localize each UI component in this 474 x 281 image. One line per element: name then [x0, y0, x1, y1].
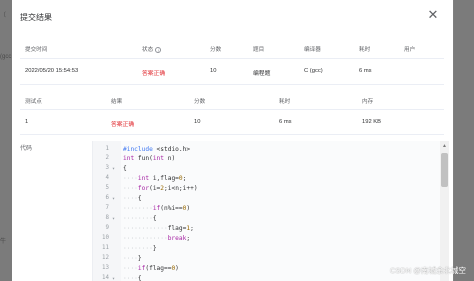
header-time: 耗时: [279, 99, 291, 105]
cell-score: 10: [210, 68, 217, 74]
divider: [20, 58, 444, 59]
line-number: 14: [102, 275, 109, 281]
cell-score: 10: [194, 119, 201, 125]
watermark: CSDN @南城余北城空: [390, 266, 466, 275]
line-number: 6: [105, 195, 110, 201]
code-line: ····for(i=2;i<n;i++): [123, 185, 198, 192]
scrollbar-thumb[interactable]: [441, 153, 448, 187]
background-fragment: 〔: [0, 13, 7, 19]
line-number: 3: [105, 165, 110, 171]
scroll-up-icon[interactable]: ▲: [440, 142, 449, 150]
header-user: 用户: [404, 47, 416, 53]
cell-submit-time: 2022/05/20 15:54:53: [25, 68, 79, 74]
code-line: ····{: [123, 275, 142, 281]
status-accepted[interactable]: 答案正确: [142, 68, 165, 77]
divider: [20, 134, 444, 135]
line-number: 1: [105, 146, 110, 152]
background-fragment: (gcc: [0, 54, 12, 60]
line-number: 11: [102, 245, 109, 251]
code-line: ····if(flag==0): [123, 265, 179, 272]
code-line: int fun(int n): [123, 155, 176, 162]
header-time: 耗时: [359, 47, 371, 53]
background-page-right: [454, 0, 474, 281]
header-memory: 内存: [362, 99, 374, 105]
close-icon[interactable]: ✕: [426, 8, 440, 22]
cell-test-point: 1: [25, 119, 29, 125]
code-line: {: [123, 165, 127, 172]
code-label: 代码: [20, 146, 33, 152]
line-number: 12: [102, 255, 109, 261]
header-problem: 题目: [253, 47, 265, 53]
info-icon[interactable]: i: [155, 46, 162, 53]
dialog-title: 提交结果: [20, 13, 52, 22]
code-line: ············break;: [123, 235, 191, 242]
divider: [20, 84, 444, 85]
header-status: 状态 i: [142, 45, 162, 53]
fold-chevron-icon[interactable]: ▾: [112, 276, 115, 281]
cell-time: 6 ms: [359, 68, 372, 74]
line-number: 8: [105, 215, 110, 221]
code-line: ····int i,flag=0;: [123, 175, 187, 182]
divider: [20, 109, 444, 110]
header-result: 结果: [111, 99, 123, 105]
header-score: 分数: [210, 47, 222, 53]
code-line: #include <stdio.h>: [123, 146, 191, 153]
code-line: ········{: [123, 215, 157, 222]
code-line: ········if(n%i==0): [123, 205, 191, 212]
fold-chevron-icon[interactable]: ▾: [112, 216, 115, 222]
header-compiler: 编译器: [304, 47, 321, 53]
code-line: ····{: [123, 195, 142, 202]
code-line: ············flag=1;: [123, 225, 194, 232]
fold-chevron-icon[interactable]: ▾: [112, 166, 115, 172]
line-number: 9: [105, 225, 110, 231]
code-editor[interactable]: 1 2 3 4 5 6 7 8 9 10 11 12 13 14 ▾ ▾ ▾ ▾…: [92, 141, 449, 281]
submission-result-dialog: 提交结果 ✕ 提交时间 状态 i 分数 题目 编译器 耗时 用户 2022/05/…: [12, 0, 453, 281]
cell-memory: 192 KB: [362, 119, 382, 125]
header-test-point: 测试点: [25, 99, 42, 105]
line-number: 13: [102, 265, 109, 271]
background-fragment: 牛: [0, 239, 7, 245]
line-number: 10: [102, 235, 109, 241]
line-number: 2: [105, 155, 110, 161]
cell-problem: 编程题: [253, 71, 271, 77]
cell-time: 6 ms: [279, 119, 292, 125]
header-score: 分数: [194, 99, 206, 105]
code-line: ····}: [123, 255, 142, 262]
result-accepted: 答案正确: [111, 122, 135, 128]
line-number: 7: [105, 205, 110, 211]
fold-chevron-icon[interactable]: ▾: [112, 196, 115, 202]
line-number: 4: [105, 175, 110, 181]
cell-compiler: C (gcc): [304, 68, 323, 74]
line-number: 5: [105, 185, 110, 191]
header-submit-time: 提交时间: [25, 47, 48, 53]
code-line: ········}: [123, 245, 157, 252]
